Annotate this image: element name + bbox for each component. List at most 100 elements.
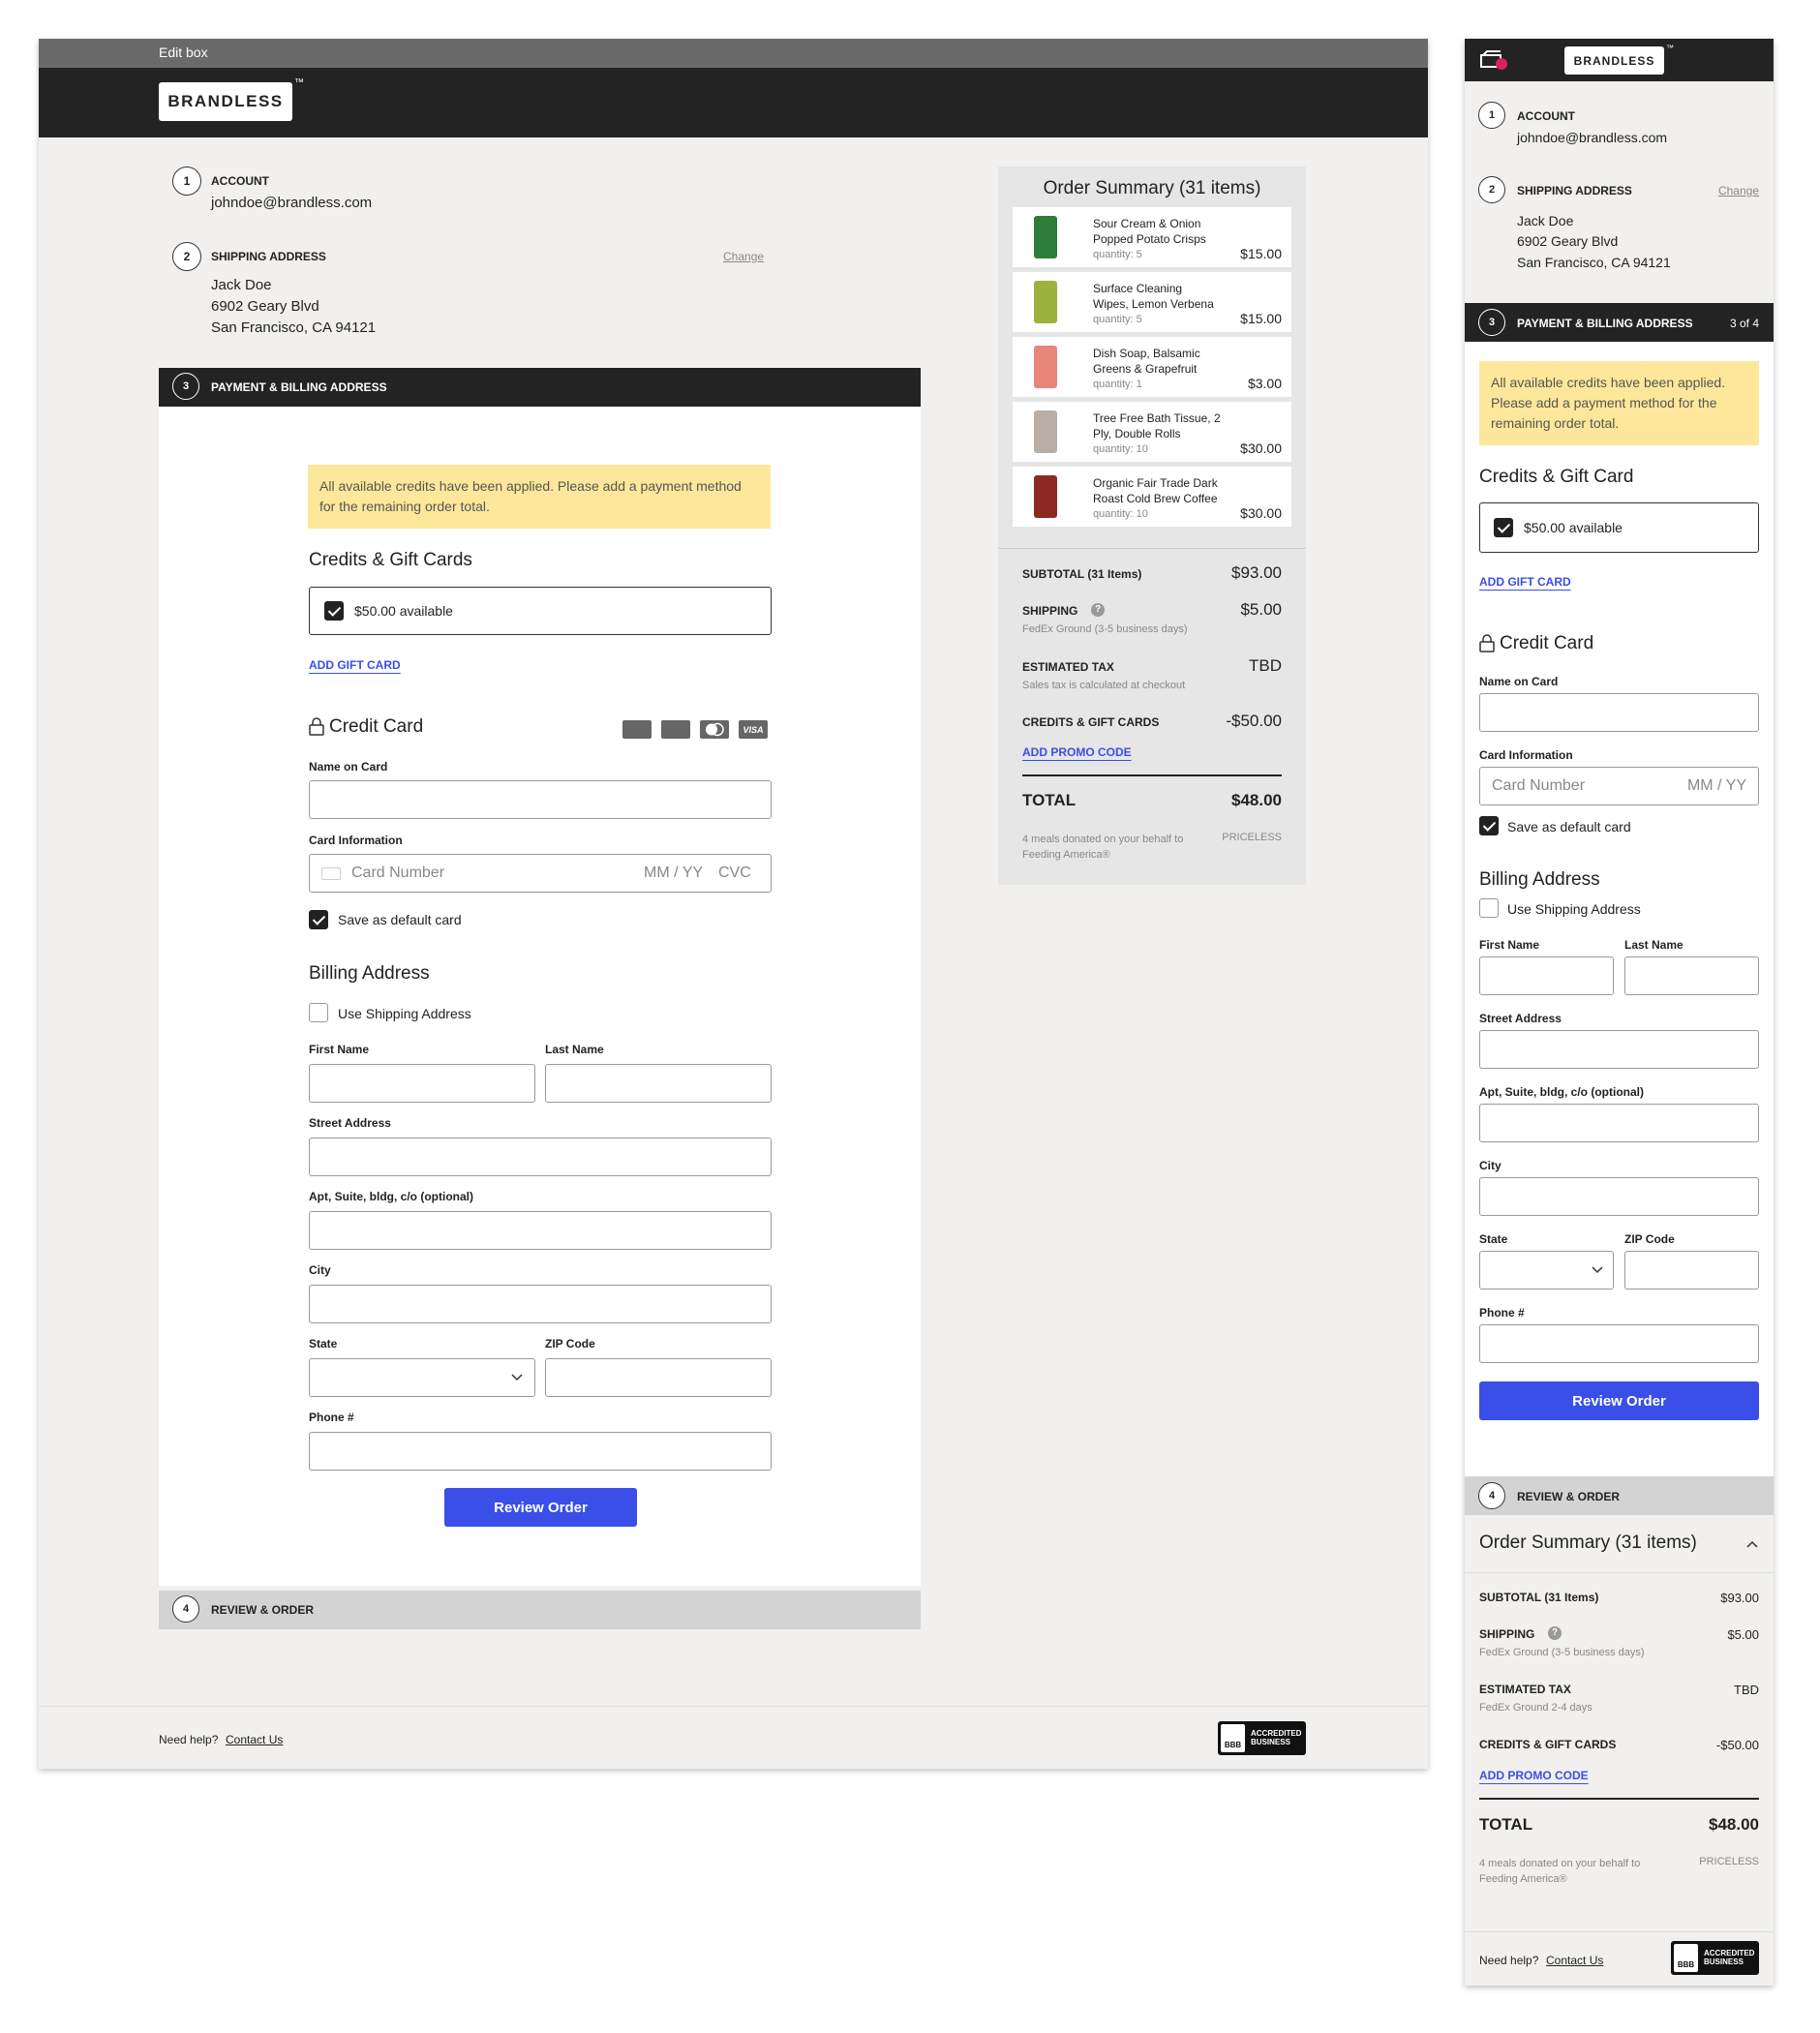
brand-name: BRANDLESS (167, 92, 284, 110)
add-gift-card-link[interactable]: ADD GIFT CARD (309, 658, 401, 672)
m-add-gift-card-link[interactable]: ADD GIFT CARD (1479, 575, 1571, 589)
m-state-select[interactable] (1479, 1251, 1614, 1290)
m-credit-balance-box[interactable]: $50.00 available (1479, 502, 1759, 553)
shipping-note: FedEx Ground (3-5 business days) (1022, 623, 1188, 635)
m-first-name-input[interactable] (1479, 956, 1614, 995)
product-thumbnail (1034, 410, 1057, 453)
m-apt-label: Apt, Suite, bldg, c/o (optional) (1479, 1085, 1644, 1099)
m-apt-input[interactable] (1479, 1104, 1759, 1142)
first-name-label: First Name (309, 1043, 370, 1056)
m-street-label: Street Address (1479, 1012, 1562, 1025)
priceless-label: PRICELESS (1222, 832, 1282, 843)
save-default-checkbox[interactable] (309, 910, 328, 929)
m-review-order-button[interactable]: Review Order (1479, 1381, 1759, 1420)
product-quantity: quantity: 5 (1093, 314, 1142, 325)
add-promo-link[interactable]: ADD PROMO CODE (1022, 745, 1132, 759)
city-input[interactable] (309, 1285, 772, 1323)
m-account-email: johndoe@brandless.com (1517, 130, 1668, 145)
m-card-info-input[interactable]: Card Number MM / YY (1479, 767, 1759, 805)
m-last-name-label: Last Name (1624, 938, 1684, 952)
mobile-brand-logo[interactable]: BRANDLESS (1564, 46, 1664, 75)
help-text: Need help? (159, 1733, 219, 1746)
m-order-summary-title[interactable]: Order Summary (31 items) (1479, 1532, 1697, 1554)
m-credit-checkbox[interactable] (1494, 518, 1513, 537)
step-3-circle: 3 (172, 373, 199, 400)
state-select[interactable] (309, 1358, 535, 1397)
step-2-label: SHIPPING ADDRESS (211, 250, 326, 263)
last-name-input[interactable] (545, 1064, 772, 1103)
chevron-up-icon[interactable] (1745, 1537, 1759, 1556)
contact-link[interactable]: Contact Us (226, 1733, 283, 1746)
mobile-brand-tm: ™ (1666, 44, 1674, 52)
bbb-badge: BBB ACCREDITED BUSINESS (1218, 1721, 1306, 1755)
editbox-title: Edit box (159, 45, 208, 60)
product-quantity: quantity: 10 (1093, 508, 1148, 520)
m-tax-label: ESTIMATED TAX (1479, 1683, 1571, 1696)
m-credit-available: $50.00 available (1524, 520, 1623, 535)
m-contact-link[interactable]: Contact Us (1546, 1954, 1603, 1967)
zip-input[interactable] (545, 1358, 772, 1397)
phone-input[interactable] (309, 1432, 772, 1471)
brand-logo[interactable]: BRANDLESS (159, 82, 292, 121)
apt-label: Apt, Suite, bldg, c/o (optional) (309, 1190, 473, 1203)
m-zip-input[interactable] (1624, 1251, 1759, 1290)
m-save-default-checkbox[interactable] (1479, 816, 1499, 835)
brand-tm: ™ (294, 77, 304, 88)
m-shipping-help-icon[interactable]: ? (1548, 1626, 1562, 1640)
tax-label: ESTIMATED TAX (1022, 660, 1114, 674)
m-phone-input[interactable] (1479, 1324, 1759, 1363)
product-quantity: quantity: 1 (1093, 379, 1142, 390)
zip-label: ZIP Code (545, 1337, 595, 1350)
m-bbb-badge: BBB ACCREDITED BUSINESS (1671, 1941, 1759, 1975)
first-name-input[interactable] (309, 1064, 535, 1103)
m-credits-title: Credits & Gift Card (1479, 467, 1634, 487)
name-on-card-input[interactable] (309, 780, 772, 819)
cart-icon[interactable] (1479, 49, 1508, 76)
m-shipping-note: FedEx Ground (3-5 business days) (1479, 1647, 1645, 1658)
m-last-name-input[interactable] (1624, 956, 1759, 995)
m-total-label: TOTAL (1479, 1815, 1533, 1834)
step-4-header[interactable]: 4 REVIEW & ORDER (159, 1591, 921, 1629)
step-1-circle: 1 (172, 167, 201, 196)
product-name: Surface Cleaning (1093, 282, 1183, 295)
m-first-name-label: First Name (1479, 938, 1540, 952)
card-info-input[interactable]: Card Number MM / YY CVC (309, 854, 772, 893)
m-step-progress: 3 of 4 (1729, 317, 1759, 330)
account-email: johndoe@brandless.com (211, 195, 373, 211)
bbb-text: ACCREDITED BUSINESS (1251, 1729, 1302, 1746)
m-use-shipping-checkbox[interactable] (1479, 898, 1499, 918)
m-zip-label: ZIP Code (1624, 1232, 1675, 1246)
apt-input[interactable] (309, 1211, 772, 1250)
m-shipping-change-link[interactable]: Change (1718, 184, 1759, 197)
m-city-input[interactable] (1479, 1177, 1759, 1216)
m-step-4-circle: 4 (1478, 1482, 1505, 1509)
m-step-4-header[interactable]: 4 REVIEW & ORDER (1465, 1476, 1774, 1515)
phone-label: Phone # (309, 1411, 354, 1424)
m-add-promo-link[interactable]: ADD PROMO CODE (1479, 1769, 1589, 1782)
m-card-exp-placeholder: MM / YY (1686, 777, 1746, 794)
visa-icon: VISA (739, 720, 768, 739)
shipping-change-link[interactable]: Change (723, 250, 764, 263)
subtotal-value: $93.00 (1231, 563, 1282, 582)
mobile-frame: BRANDLESS ™ 1 ACCOUNT johndoe@brandless.… (1465, 39, 1774, 1986)
credit-checkbox[interactable] (324, 601, 344, 621)
street-input[interactable] (309, 1138, 772, 1176)
m-street-input[interactable] (1479, 1030, 1759, 1069)
m-tax-value: TBD (1734, 1683, 1759, 1697)
m-shipping-street: 6902 Geary Blvd (1517, 233, 1619, 249)
m-name-on-card-input[interactable] (1479, 693, 1759, 732)
use-shipping-checkbox[interactable] (309, 1003, 328, 1022)
review-order-button[interactable]: Review Order (444, 1488, 637, 1527)
card-info-label: Card Information (309, 834, 403, 847)
shipping-help-icon[interactable]: ? (1091, 603, 1105, 617)
street-label: Street Address (309, 1116, 391, 1130)
credit-balance-box[interactable]: $50.00 available (309, 587, 772, 635)
order-item: Tree Free Bath Tissue, 2 Ply, Double Roll… (1013, 402, 1291, 462)
m-step-3-header: 3 PAYMENT & BILLING ADDRESS 3 of 4 (1465, 303, 1774, 342)
product-name-line2: Roast Cold Brew Coffee (1093, 492, 1218, 505)
m-donation-note: 4 meals donated on your behalf to Feedin… (1479, 1858, 1641, 1885)
lock-icon (309, 717, 324, 736)
state-label: State (309, 1337, 338, 1350)
total-label: TOTAL (1022, 791, 1077, 809)
total-divider (1022, 774, 1282, 776)
